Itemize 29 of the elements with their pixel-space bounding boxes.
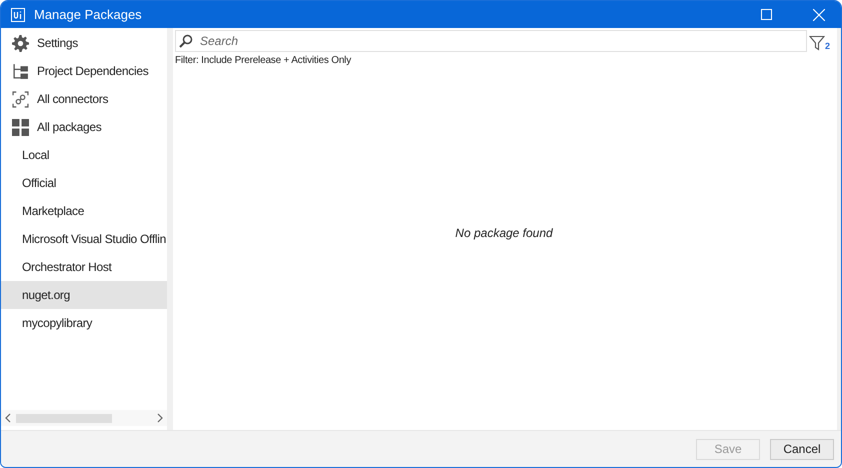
tree-icon [12,62,29,80]
sidebar-item[interactable]: mycopylibrary [1,309,167,337]
connector-icon [12,90,29,108]
filter-button[interactable]: 2 [809,31,833,51]
filter-icon [809,35,825,51]
search-field[interactable]: Search [175,30,807,52]
sidebar-item[interactable]: Marketplace [1,197,167,225]
close-icon[interactable] [813,8,825,20]
sidebar-item[interactable]: Orchestrator Host [1,253,167,281]
maximize-icon[interactable] [760,9,772,20]
filter-summary: Filter: Include Prerelease + Activities Only [175,55,352,66]
sidebar-item[interactable]: All connectors [1,85,167,113]
sidebar-item[interactable]: All packages [1,113,167,141]
settings-icon [12,34,29,52]
app-logo-icon [11,8,25,22]
search-icon [179,34,193,48]
grid-icon [12,118,29,136]
sidebar-item[interactable]: nuget.org [1,281,167,309]
sidebar-item[interactable]: Project Dependencies [1,57,167,85]
sidebar-item[interactable]: Microsoft Visual Studio Offlin [1,225,167,253]
sidebar-item[interactable]: Local [1,141,167,169]
window-title: Manage Packages [34,7,143,22]
scroll-right-icon[interactable] [156,413,163,423]
scrollbar-thumb[interactable] [16,414,112,422]
sidebar-item[interactable]: Settings [1,29,167,57]
sidebar-item[interactable]: Official [1,169,167,197]
empty-message: No package found [455,226,553,240]
scroll-left-icon[interactable] [5,413,12,423]
dialog-button[interactable]: Cancel [770,438,834,460]
